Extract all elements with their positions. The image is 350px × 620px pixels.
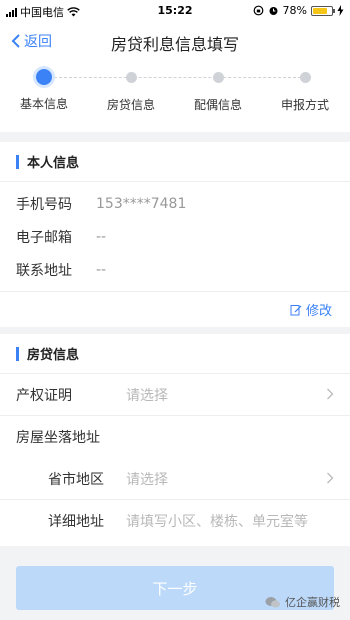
step-spouse-info: 配偶信息: [178, 68, 258, 113]
section-title: 房贷信息: [27, 348, 80, 363]
section-accent-bar: [16, 154, 19, 169]
province-placeholder: 请选择: [126, 471, 168, 488]
progress-stepper: 基本信息 房贷信息 配偶信息 申报方式: [0, 60, 350, 132]
status-bar: 中国电信 15:22 78%: [0, 0, 350, 22]
watermark-text: 亿企赢财税: [285, 596, 340, 609]
step-declaration-method: 申报方式: [265, 68, 345, 113]
step-label: 基本信息: [19, 97, 68, 111]
next-step-label: 下一步: [152, 579, 198, 598]
province-label: 省市地区: [48, 471, 104, 488]
chevron-right-icon: [327, 388, 334, 400]
detail-address-placeholder: 请填写小区、楼栋、单元室等: [126, 514, 308, 530]
step-label: 配偶信息: [193, 98, 242, 112]
address-row: 联系地址 --: [0, 253, 350, 286]
phone-label: 手机号码: [16, 196, 72, 213]
step-dot: [299, 72, 311, 83]
email-label: 电子邮箱: [16, 229, 72, 246]
wechat-icon: [265, 596, 280, 608]
detail-address-field[interactable]: 详细地址 请填写小区、楼栋、单元室等: [0, 500, 350, 542]
step-dot: [212, 72, 224, 83]
step-loan-info: 房贷信息: [91, 68, 171, 113]
step-label: 申报方式: [280, 98, 329, 112]
property-cert-label: 产权证明: [16, 387, 72, 404]
page-title: 房贷利息信息填写: [110, 35, 239, 54]
battery-percent: 78%: [282, 4, 307, 17]
phone-row: 手机号码 153****7481: [0, 187, 350, 220]
chevron-right-icon: [327, 472, 334, 484]
province-select[interactable]: 省市地区 请选择: [0, 458, 350, 500]
personal-info-section: 本人信息 手机号码 153****7481 电子邮箱 -- 联系地址 -- 修改: [0, 142, 350, 327]
section-title: 本人信息: [27, 156, 80, 171]
property-cert-select[interactable]: 产权证明 请选择: [0, 374, 350, 416]
step-label: 房贷信息: [106, 98, 155, 112]
address-value: --: [96, 261, 107, 278]
edit-icon: [290, 304, 302, 315]
detail-address-label: 详细地址: [48, 514, 104, 530]
property-cert-placeholder: 请选择: [126, 387, 168, 404]
house-address-heading: 房屋坐落地址: [0, 416, 350, 458]
loan-info-section: 房贷信息 产权证明 请选择 房屋坐落地址 省市地区 请选择 详细地址 请填写小区…: [0, 334, 350, 546]
watermark: 亿企赢财税: [265, 594, 340, 610]
phone-value: 153****7481: [96, 195, 187, 212]
section-header: 本人信息: [0, 142, 350, 182]
address-label: 联系地址: [16, 262, 72, 279]
section-accent-bar: [16, 346, 19, 361]
email-row: 电子邮箱 --: [0, 220, 350, 253]
battery-icon: [311, 5, 335, 16]
email-value: --: [96, 228, 107, 245]
charging-icon: [337, 5, 344, 16]
section-header: 房贷信息: [0, 334, 350, 374]
house-address-label: 房屋坐落地址: [16, 430, 100, 446]
step-dot: [125, 72, 137, 83]
alarm-icon: [269, 7, 278, 15]
rotation-lock-icon: [253, 5, 263, 16]
edit-label: 修改: [305, 304, 332, 319]
step-basic-info: 基本信息: [4, 68, 84, 112]
step-dot-active: [36, 69, 52, 85]
nav-bar: 返回 房贷利息信息填写: [0, 22, 350, 60]
edit-button[interactable]: 修改: [0, 291, 350, 327]
